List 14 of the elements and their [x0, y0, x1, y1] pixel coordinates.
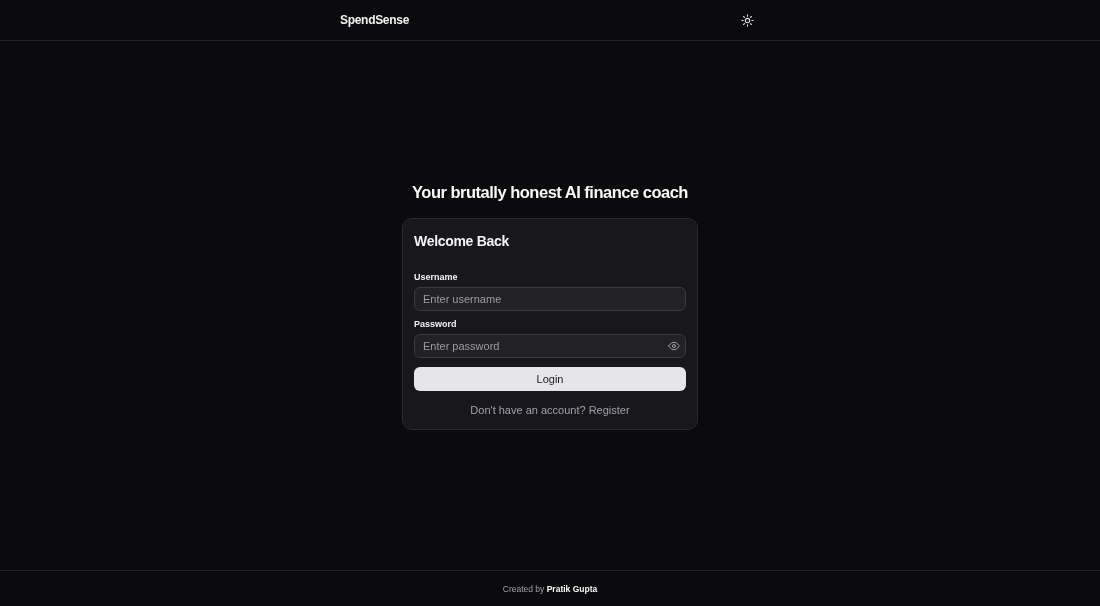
login-button[interactable]: Login: [414, 367, 686, 391]
tagline: Your brutally honest AI finance coach: [412, 183, 688, 202]
brand-logo[interactable]: SpendSense: [340, 13, 410, 27]
register-prompt: Don't have an account? Register: [469, 404, 631, 416]
eye-icon[interactable]: [668, 340, 680, 352]
register-link[interactable]: Register: [588, 404, 630, 416]
sun-icon: [741, 13, 754, 27]
password-field[interactable]: Enter password: [414, 334, 686, 358]
field-label: Password: [414, 319, 458, 329]
field-label: Username: [414, 272, 459, 282]
theme-toggle-button[interactable]: [741, 13, 754, 27]
footer-credit: Created by Pratik Gupta: [502, 583, 598, 594]
card-title: Welcome Back: [414, 233, 510, 249]
username-field[interactable]: Enter username: [414, 287, 686, 311]
